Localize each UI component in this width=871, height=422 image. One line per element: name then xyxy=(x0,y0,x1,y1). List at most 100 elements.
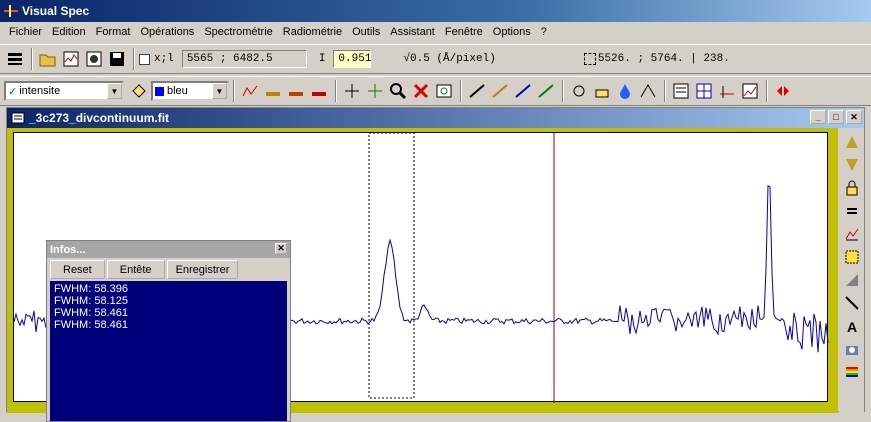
tool-fit[interactable] xyxy=(341,80,363,102)
infos-close-button[interactable]: ✕ xyxy=(275,243,287,254)
tool-line-c[interactable] xyxy=(512,80,534,102)
selection-readout: 5526. ; 5764. | 238. xyxy=(597,53,730,65)
paint-bucket-icon xyxy=(132,84,146,98)
equal-icon xyxy=(846,208,857,214)
rainbow-icon xyxy=(845,367,858,377)
menu-operations[interactable]: Opérations xyxy=(136,26,200,38)
tool-header[interactable] xyxy=(670,80,692,102)
infos-log: FWHM: 58.396 FWHM: 58.125 FWHM: 58.461 F… xyxy=(50,281,287,421)
line-tool-icon xyxy=(515,84,531,98)
app-icon xyxy=(4,5,18,17)
tool-unzoom[interactable] xyxy=(410,80,432,102)
tool-split[interactable] xyxy=(772,80,794,102)
tool-grid[interactable] xyxy=(693,80,715,102)
tool-fit-xy[interactable] xyxy=(364,80,386,102)
menubar: Fichier Edition Format Opérations Spectr… xyxy=(0,22,871,42)
tool-measure[interactable] xyxy=(568,80,590,102)
save-button[interactable] xyxy=(106,48,128,70)
magnifier-icon xyxy=(390,83,407,100)
fit-icon xyxy=(345,84,359,98)
image-icon xyxy=(742,83,758,99)
lock-button[interactable] xyxy=(842,178,862,198)
floppy-icon xyxy=(110,52,124,66)
selection-rectangle xyxy=(368,132,415,399)
tool-profile-b[interactable] xyxy=(285,80,307,102)
tool-profile-c[interactable] xyxy=(308,80,330,102)
menu-help[interactable]: ? xyxy=(536,26,552,38)
camera-button[interactable] xyxy=(842,339,862,359)
infos-button-row: Reset Entête Enregistrer xyxy=(47,258,290,281)
normalize-icon xyxy=(640,84,656,98)
scroll-up-button[interactable] xyxy=(842,132,862,152)
text-button[interactable]: A xyxy=(842,316,862,336)
open-image-button[interactable] xyxy=(83,48,105,70)
line-button[interactable] xyxy=(842,293,862,313)
tool-refresh[interactable] xyxy=(433,80,455,102)
separator xyxy=(233,80,235,102)
image-file-icon xyxy=(86,51,102,67)
tool-normalize[interactable] xyxy=(637,80,659,102)
header-icon xyxy=(673,83,689,99)
separator xyxy=(31,48,33,70)
equal-button[interactable] xyxy=(842,201,862,221)
tool-line-a[interactable] xyxy=(466,80,488,102)
line-tool-icon xyxy=(469,84,485,98)
diagonal-line-icon xyxy=(844,296,859,310)
menu-fenetre[interactable]: Fenêtre xyxy=(440,26,488,38)
reset-button[interactable]: Reset xyxy=(50,260,105,279)
graph-button[interactable] xyxy=(842,224,862,244)
menu-options[interactable]: Options xyxy=(488,26,536,38)
tool-line-d[interactable] xyxy=(535,80,557,102)
maximize-button[interactable]: □ xyxy=(828,110,844,124)
tool-continuum[interactable] xyxy=(591,80,613,102)
tool-profile-a[interactable] xyxy=(262,80,284,102)
fit-xy-icon xyxy=(368,84,382,98)
coord-label: x;l xyxy=(154,53,174,65)
enregistrer-button[interactable]: Enregistrer xyxy=(166,260,239,279)
tool-drop[interactable] xyxy=(614,80,636,102)
tool-line-b[interactable] xyxy=(489,80,511,102)
menu-radiometrie[interactable]: Radiométrie xyxy=(278,26,347,38)
color-select[interactable]: bleu ▼ xyxy=(151,81,229,101)
tool-zoom-spectrum[interactable] xyxy=(239,80,261,102)
scroll-down-button[interactable] xyxy=(842,155,862,175)
document-icon xyxy=(11,112,25,124)
menu-edition[interactable]: Edition xyxy=(47,26,91,38)
menu-assistant[interactable]: Assistant xyxy=(385,26,440,38)
intensity-label: I xyxy=(318,53,326,65)
menu-fichier[interactable]: Fichier xyxy=(4,26,47,38)
minimize-button[interactable]: _ xyxy=(810,110,826,124)
text-a-icon: A xyxy=(847,319,857,334)
arrow-up-icon xyxy=(845,136,858,148)
infos-panel: Infos... ✕ Reset Entête Enregistrer FWHM… xyxy=(46,240,291,422)
lines-icon xyxy=(8,53,22,65)
open-spectrum-button[interactable] xyxy=(60,48,82,70)
toggle-toolbar-button[interactable] xyxy=(4,48,26,70)
select-region-button[interactable] xyxy=(842,247,862,267)
color-picker-button[interactable] xyxy=(128,80,150,102)
mode-select[interactable]: ✓ intensite ▼ xyxy=(4,81,124,101)
open-button[interactable] xyxy=(37,48,59,70)
rainbow-button[interactable] xyxy=(842,362,862,382)
toolbar-status: x;l 5565 ; 6482.5 I 0.951 √0.5 (Å/pixel)… xyxy=(0,44,871,74)
close-button[interactable]: ✕ xyxy=(846,110,862,124)
tool-zoom[interactable] xyxy=(387,80,409,102)
cross-icon xyxy=(413,83,429,99)
menu-format[interactable]: Format xyxy=(91,26,136,38)
dotted-rect-icon xyxy=(845,250,858,264)
menu-outils[interactable]: Outils xyxy=(347,26,385,38)
tool-image[interactable] xyxy=(739,80,761,102)
line-tool-icon xyxy=(492,84,508,98)
infos-title: Infos... xyxy=(50,243,86,256)
tool-axis[interactable] xyxy=(716,80,738,102)
chevron-down-icon: ▼ xyxy=(107,83,122,99)
separator xyxy=(460,80,462,102)
coord-checkbox[interactable] xyxy=(139,53,150,65)
separator xyxy=(766,80,768,102)
continuum-icon xyxy=(595,89,609,98)
arrow-down-icon xyxy=(845,159,858,171)
gradient-button[interactable] xyxy=(842,270,862,290)
entete-button[interactable]: Entête xyxy=(106,260,165,279)
fwhm-line: FWHM: 58.396 xyxy=(54,283,128,295)
menu-spectrometrie[interactable]: Spectrométrie xyxy=(199,26,277,38)
